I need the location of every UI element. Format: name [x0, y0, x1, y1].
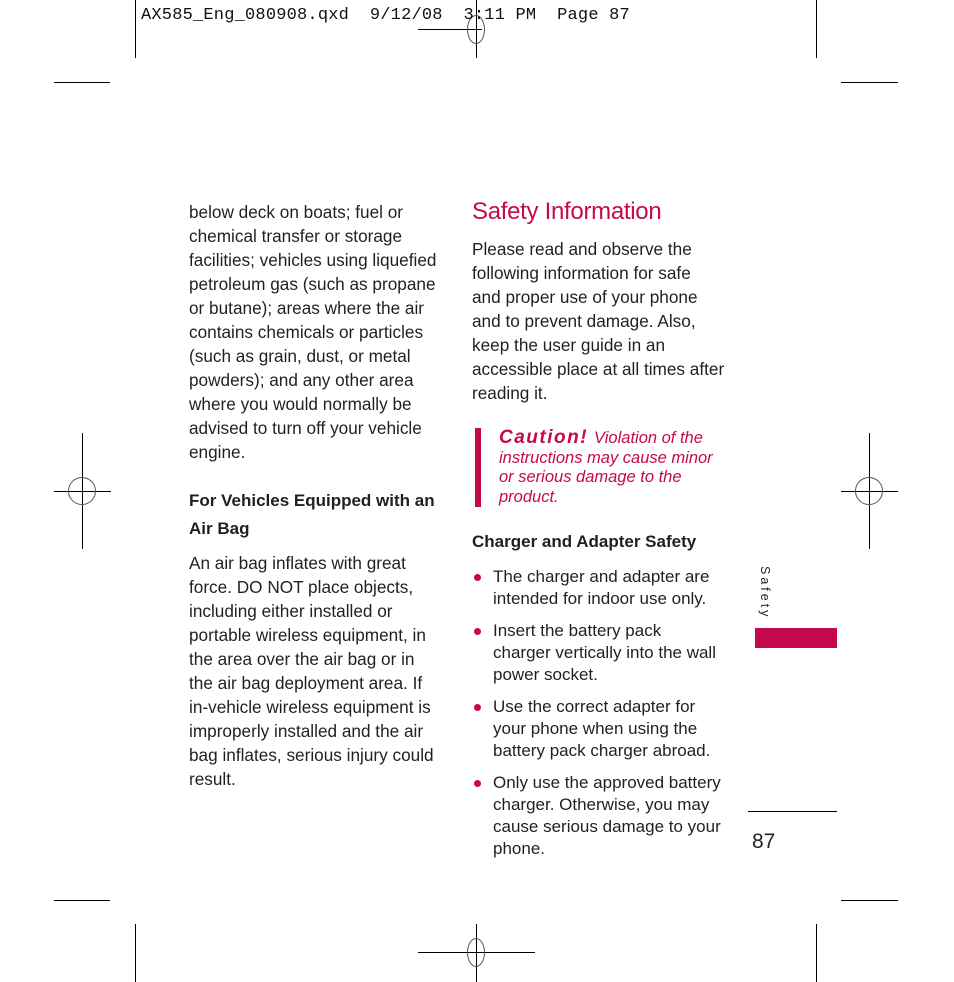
intro-paragraph: Please read and observe the following in… — [472, 237, 732, 405]
text-line: battery pack charger abroad. — [493, 741, 711, 760]
text-line: The charger and adapter are — [493, 567, 710, 586]
text-line: in-vehicle wireless equipment is — [189, 697, 431, 717]
section-heading-charger-safety: Charger and Adapter Safety — [472, 532, 697, 551]
list-item: The charger and adapter are intended for… — [472, 566, 732, 610]
caution-text: instructions may cause minor — [499, 448, 713, 467]
caution-callout: Caution! Violation of the instructions ma… — [475, 428, 749, 507]
text-line: or butane); areas where the air — [189, 298, 425, 318]
text-line: below deck on boats; fuel or — [189, 202, 404, 222]
text-line: your phone when using the — [493, 719, 698, 738]
text-line: reading it. — [472, 383, 548, 403]
text-line: Use the correct adapter for — [493, 697, 696, 716]
text-line: charger vertically into the wall — [493, 643, 716, 662]
text-line: phone. — [493, 839, 545, 858]
slug-filename: AX585_Eng_080908.qxd — [141, 6, 350, 25]
bullet-icon — [474, 628, 481, 635]
text-line: following information for safe — [472, 263, 691, 283]
text-line: An air bag inflates with great — [189, 553, 406, 573]
text-line: the area over the air bag or in — [189, 649, 415, 669]
text-line: charger. Otherwise, you may — [493, 795, 710, 814]
paragraph-air-bag: An air bag inflates with great force. DO… — [189, 551, 439, 791]
text-line: (such as grain, dust, or metal — [189, 346, 411, 366]
text-line: bag inflates, serious injury could — [189, 745, 434, 765]
text-line: powders); and any other area — [189, 370, 414, 390]
caution-text: or serious damage to the — [499, 468, 682, 486]
text-line: Insert the battery pack — [493, 621, 662, 640]
text-line: force. DO NOT place objects, — [189, 577, 414, 597]
text-line: the air bag deployment area. If — [189, 673, 423, 693]
crop-mark-top-right-vertical — [816, 0, 817, 58]
caution-text: Violation of the — [594, 429, 703, 447]
list-item: Use the correct adapter for your phone w… — [472, 696, 732, 762]
caution-label: Caution! — [499, 427, 589, 448]
crop-mark-bottom-right-vertical — [816, 924, 817, 982]
text-line: where you would normally be — [189, 394, 412, 414]
bullet-icon — [474, 574, 481, 581]
crop-mark-bottom-left-vertical — [135, 924, 136, 982]
crop-mark-top-left-vertical — [135, 0, 136, 58]
bullet-icon — [474, 704, 481, 711]
text-line: keep the user guide in an — [472, 335, 666, 355]
left-column: below deck on boats; fuel or chemical tr… — [189, 200, 439, 791]
text-line: petroleum gas (such as propane — [189, 274, 436, 294]
print-slug-line: AX585_Eng_080908.qxd 9/12/08 3:11 PM Pag… — [141, 6, 630, 25]
section-tab-marker — [755, 628, 837, 648]
crop-mark-top-right-horizontal — [841, 82, 898, 83]
page-number-rule — [748, 811, 837, 812]
text-line: accessible place at all times after — [472, 359, 725, 379]
text-line: For Vehicles Equipped with an — [189, 491, 435, 510]
slug-date: 9/12/08 — [369, 6, 443, 25]
paragraph-hazardous-areas: below deck on boats; fuel or chemical tr… — [189, 200, 439, 464]
text-line: advised to turn off your vehicle — [189, 418, 422, 438]
page-title: Safety Information — [472, 198, 662, 225]
text-line: chemical transfer or storage — [189, 226, 403, 246]
text-line: improperly installed and the air — [189, 721, 424, 741]
text-line: and to prevent damage. Also, — [472, 311, 696, 331]
list-item: Insert the battery pack charger vertical… — [472, 620, 732, 686]
text-line: result. — [189, 769, 236, 789]
text-line: Please read and observe the — [472, 239, 692, 259]
text-line: cause serious damage to your — [493, 817, 721, 836]
text-line: portable wireless equipment, in — [189, 625, 426, 645]
subheading-air-bag: For Vehicles Equipped with an Air Bag — [189, 487, 439, 543]
text-line: engine. — [189, 442, 246, 462]
text-line: including either installed or — [189, 601, 393, 621]
crop-mark-bottom-right-horizontal — [841, 900, 898, 901]
slug-page: Page 87 — [557, 6, 630, 25]
crop-mark-top-left-horizontal — [54, 82, 110, 83]
crop-mark-bottom-left-horizontal — [54, 900, 110, 901]
text-line: facilities; vehicles using liquefied — [189, 250, 437, 270]
text-line: and proper use of your phone — [472, 287, 698, 307]
text-line: Air Bag — [189, 519, 250, 538]
text-line: intended for indoor use only. — [493, 589, 707, 608]
text-line: power socket. — [493, 665, 598, 684]
slug-time: 3:11 PM — [463, 6, 537, 25]
list-item: Only use the approved battery charger. O… — [472, 772, 732, 860]
text-line: contains chemicals or particles — [189, 322, 424, 342]
text-line: Only use the approved battery — [493, 773, 721, 792]
page-number: 87 — [752, 830, 776, 853]
caution-text: product. — [499, 487, 559, 506]
bullet-icon — [474, 780, 481, 787]
section-side-label: Safety — [758, 566, 772, 620]
charger-safety-list: The charger and adapter are intended for… — [472, 566, 732, 870]
